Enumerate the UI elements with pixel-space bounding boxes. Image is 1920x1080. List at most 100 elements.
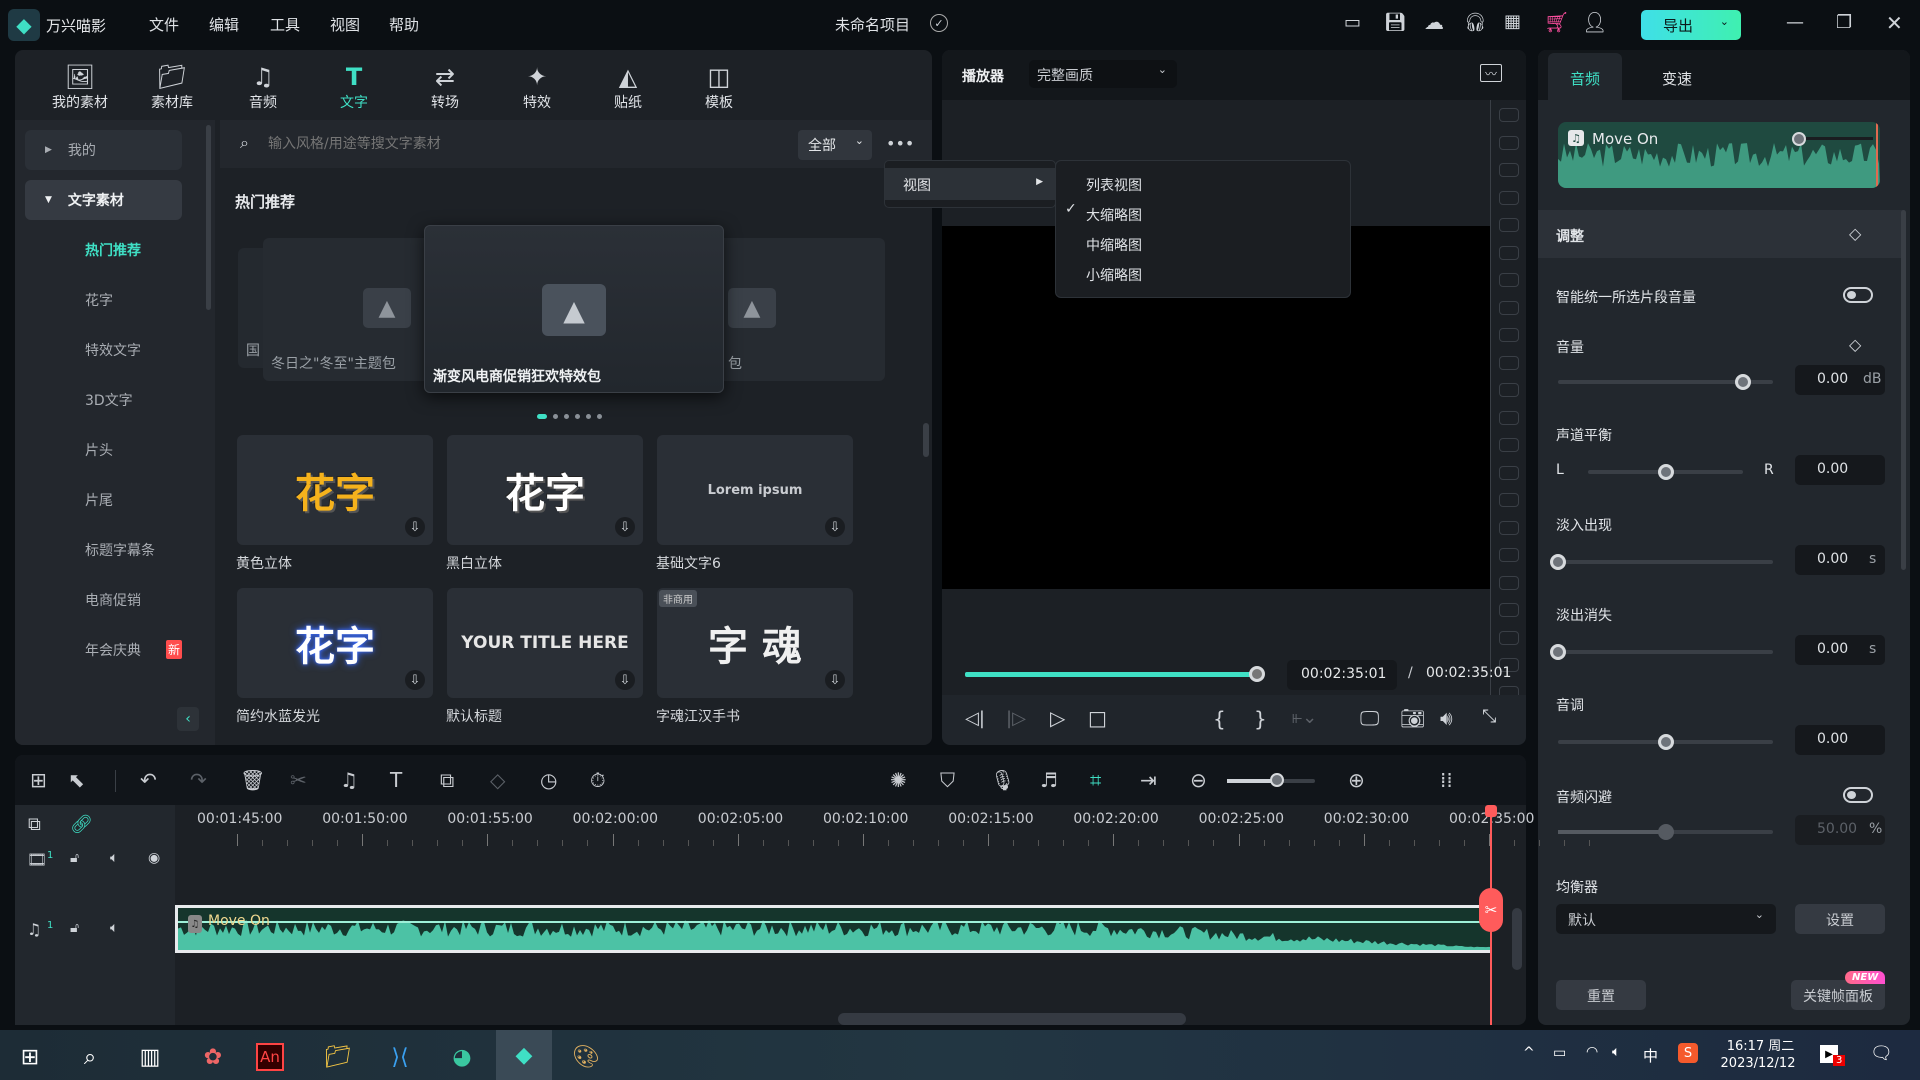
submenu-small-thumb[interactable]: 小缩略图: [1086, 265, 1142, 285]
text-tool-icon[interactable]: T: [390, 768, 402, 792]
stop-icon[interactable]: □: [1088, 706, 1107, 730]
grid-view-icon[interactable]: ⁞⁞: [1440, 768, 1453, 792]
carousel-card-featured[interactable]: ▲ 渐变风电商促销狂欢特效包: [424, 225, 724, 393]
action-center-icon[interactable]: 🗨︎: [1870, 1043, 1893, 1064]
sidebar-item[interactable]: 3D文字: [85, 390, 133, 410]
eq-dropdown[interactable]: 默认 ⌄: [1556, 904, 1776, 934]
carousel-dots[interactable]: [537, 414, 602, 419]
snap-icon[interactable]: ⌗: [1090, 768, 1101, 792]
restore-icon[interactable]: ❐: [1836, 12, 1852, 33]
lock-icon[interactable]: 🔓︎: [70, 850, 79, 866]
minimize-icon[interactable]: —: [1786, 12, 1804, 33]
tool-library[interactable]: 📁︎ 素材库: [132, 62, 212, 112]
cut-icon[interactable]: ✂: [290, 768, 307, 792]
playback-progress[interactable]: [965, 666, 1265, 682]
edge-icon[interactable]: ◕: [442, 1040, 482, 1074]
sidebar-item[interactable]: 电商促销: [85, 590, 141, 610]
audio-clip[interactable]: ♫ Move On: [175, 905, 1490, 953]
content-scrollbar[interactable]: [923, 423, 929, 457]
marker-icon[interactable]: ⛉: [940, 768, 955, 792]
delete-icon[interactable]: 🗑︎: [240, 768, 265, 792]
select-icon[interactable]: ⬉: [68, 768, 85, 792]
submenu-large-thumb[interactable]: 大缩略图: [1086, 205, 1142, 225]
auto-normalize-toggle[interactable]: [1843, 287, 1873, 303]
carousel-card[interactable]: ▲ 包: [700, 238, 885, 381]
file-explorer-icon[interactable]: 📁︎: [318, 1040, 358, 1074]
account-icon[interactable]: 👤︎: [1582, 10, 1607, 34]
insert-icon[interactable]: ⫦⌄: [1292, 707, 1317, 728]
tray-chevron-icon[interactable]: ^: [1523, 1045, 1535, 1061]
submenu-list-view[interactable]: 列表视图: [1086, 175, 1142, 195]
redo-icon[interactable]: ↷: [190, 768, 207, 792]
tool-audio[interactable]: ♫ 音频: [223, 62, 303, 112]
pitch-knob[interactable]: [1657, 734, 1674, 750]
text-template-card[interactable]: 花字 ⇩: [237, 435, 433, 545]
sidebar-item[interactable]: 标题字幕条: [85, 540, 155, 560]
cloud-icon[interactable]: ☁︎: [1424, 10, 1444, 34]
clock-date[interactable]: 2023/12/12: [1713, 1056, 1803, 1071]
mute-icon[interactable]: 🔈︎: [110, 920, 118, 936]
download-icon[interactable]: ⇩: [405, 670, 425, 690]
keyframe-panel-button[interactable]: 关键帧面板: [1791, 980, 1885, 1010]
cart-icon[interactable]: 🛒︎: [1544, 10, 1569, 34]
animate-app-icon[interactable]: An: [256, 1043, 284, 1071]
carousel-card[interactable]: ▲ 冬日之"冬至"主题包: [263, 238, 443, 381]
lock-icon[interactable]: 🔓︎: [70, 920, 79, 936]
text-template-card[interactable]: 花字 ⇩: [237, 588, 433, 698]
save-icon[interactable]: 💾︎: [1384, 12, 1407, 33]
mute-icon[interactable]: 🔈︎: [110, 850, 118, 866]
task-view-icon[interactable]: ▥: [130, 1040, 170, 1074]
sidebar-group-text[interactable]: ▼ 文字素材: [25, 180, 182, 220]
speaker-icon[interactable]: 🔈︎: [1612, 1044, 1620, 1060]
ducking-knob[interactable]: [1657, 824, 1674, 840]
undo-icon[interactable]: ↶: [140, 768, 157, 792]
scissors-icon[interactable]: ✂: [1479, 888, 1503, 932]
pitch-value[interactable]: 0.00: [1795, 725, 1885, 755]
paint-app-icon[interactable]: 🎨︎: [566, 1040, 606, 1074]
tool-transition[interactable]: ⇄ 转场: [405, 62, 485, 112]
crop-icon[interactable]: ⧉: [440, 768, 454, 792]
add-track-icon[interactable]: ⧉: [28, 814, 41, 835]
keyframe-diamond-icon[interactable]: ◇: [1849, 335, 1861, 354]
ducking-slider[interactable]: [1558, 824, 1773, 840]
grid-icon[interactable]: ▦: [1504, 11, 1521, 32]
balance-slider[interactable]: [1588, 464, 1743, 480]
tool-my-media[interactable]: 🖼︎ 我的素材: [40, 62, 120, 112]
close-icon[interactable]: ✕: [1886, 11, 1903, 35]
display-icon[interactable]: 🖵︎: [1360, 706, 1379, 730]
taskbar-app-icon[interactable]: ✿: [193, 1040, 233, 1074]
vscode-icon[interactable]: ⟩⟨: [380, 1040, 420, 1074]
clock-time[interactable]: 16:17 周二: [1723, 1035, 1798, 1054]
timeline-hscrollbar[interactable]: [838, 1013, 1186, 1025]
text-template-card[interactable]: Lorem ipsum ⇩: [657, 435, 853, 545]
balance-knob[interactable]: [1657, 464, 1674, 480]
headset-icon[interactable]: 🎧︎: [1464, 12, 1487, 33]
sidebar-scrollbar[interactable]: [206, 125, 211, 310]
menu-file[interactable]: 文件: [149, 14, 179, 35]
sidebar-item-hot[interactable]: 热门推荐: [85, 240, 141, 260]
speed-icon[interactable]: ◷: [540, 768, 557, 792]
filmora-taskbar-icon[interactable]: ◆: [496, 1030, 552, 1080]
search-input[interactable]: [268, 132, 768, 156]
sidebar-item[interactable]: 年会庆典: [85, 640, 141, 660]
sidebar-item[interactable]: 特效文字: [85, 340, 141, 360]
clip-volume-knob[interactable]: [1792, 132, 1806, 146]
menu-help[interactable]: 帮助: [389, 14, 419, 35]
clip-volume-line[interactable]: [1798, 137, 1873, 140]
mic-icon[interactable]: 🎙︎: [990, 768, 1015, 792]
volume-slider[interactable]: [1558, 374, 1773, 390]
sidebar-item[interactable]: 花字: [85, 290, 113, 310]
submenu-medium-thumb[interactable]: 中缩略图: [1086, 235, 1142, 255]
progress-knob[interactable]: [1249, 666, 1265, 682]
sidebar-item[interactable]: 片尾: [85, 490, 113, 510]
layout-icon[interactable]: ▭: [1344, 12, 1361, 33]
menu-view[interactable]: 视图: [330, 14, 360, 35]
keyframe-icon[interactable]: ◇: [490, 768, 505, 792]
audio-mix-icon[interactable]: ♬: [1040, 768, 1058, 792]
zoom-in-icon[interactable]: ⊕: [1348, 768, 1365, 792]
volume-icon[interactable]: 🔊︎: [1440, 706, 1453, 730]
text-template-card[interactable]: 花字 ⇩: [447, 435, 643, 545]
tab-audio[interactable]: 音频: [1548, 53, 1622, 100]
render-icon[interactable]: ✺: [890, 768, 907, 792]
zoom-knob[interactable]: [1270, 773, 1284, 787]
